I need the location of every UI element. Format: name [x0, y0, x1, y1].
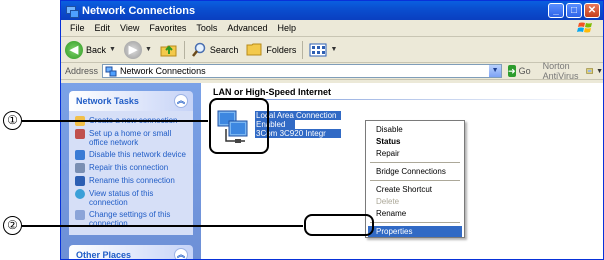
menu-tools[interactable]: Tools — [191, 23, 222, 33]
network-tasks-list: Create a new connection Set up a home or… — [69, 111, 193, 235]
address-bar: Address Network Connections ▼ ➜ Go Norto… — [61, 61, 603, 81]
folders-button[interactable]: Folders — [246, 42, 296, 57]
chevron-down-icon: ▼ — [144, 46, 152, 53]
menu-separator — [370, 222, 460, 223]
chevron-down-icon[interactable]: ▼ — [596, 68, 603, 75]
address-value: Network Connections — [120, 66, 206, 76]
address-input[interactable]: Network Connections ▼ — [102, 64, 503, 78]
task-repair-connection[interactable]: Repair this connection — [75, 163, 189, 173]
up-folder-button[interactable] — [160, 42, 178, 58]
menu-item-repair[interactable]: Repair — [368, 148, 462, 159]
menu-favorites[interactable]: Favorites — [144, 23, 191, 33]
menu-item-status[interactable]: Status — [368, 136, 462, 147]
network-tasks-panel: Network Tasks ︽ Create a new connection … — [69, 91, 193, 235]
callout-1-leader — [22, 120, 208, 122]
menu-separator — [370, 162, 460, 163]
highlight-connection-icon — [209, 98, 269, 154]
callout-1: ① — [3, 111, 22, 130]
task-label: Rename this connection — [89, 176, 175, 185]
section-header: LAN or High-Speed Internet — [213, 87, 332, 97]
chevron-down-icon: ▼ — [109, 46, 116, 53]
menu-edit[interactable]: Edit — [90, 23, 116, 33]
view-status-icon — [75, 189, 85, 199]
context-menu: Disable Status Repair Bridge Connections… — [365, 120, 465, 238]
task-view-status[interactable]: View status of this connection — [75, 189, 189, 207]
other-places-title: Other Places — [76, 250, 132, 260]
task-home-network[interactable]: Set up a home or small office network — [75, 129, 189, 147]
rename-icon — [75, 176, 85, 186]
home-network-icon — [75, 129, 85, 139]
title-bar[interactable]: Network Connections _ □ ✕ — [61, 1, 603, 20]
up-folder-icon — [160, 45, 177, 56]
norton-antivirus-toolbar[interactable]: Norton AntiVirus — [543, 61, 582, 81]
chevron-down-icon[interactable]: ▼ — [489, 65, 502, 77]
views-icon — [309, 43, 327, 56]
network-tasks-header[interactable]: Network Tasks ︽ — [69, 91, 193, 111]
windows-logo-icon — [577, 22, 592, 33]
menu-item-bridge-connections[interactable]: Bridge Connections — [368, 166, 462, 177]
menu-help[interactable]: Help — [272, 23, 301, 33]
search-button[interactable]: Search — [191, 42, 239, 58]
network-connections-icon — [65, 5, 79, 18]
callout-2: ② — [3, 216, 22, 235]
network-tasks-title: Network Tasks — [76, 96, 139, 106]
task-label: Set up a home or small office network — [89, 129, 172, 147]
task-rename-connection[interactable]: Rename this connection — [75, 176, 189, 186]
folders-icon — [246, 43, 262, 56]
network-connections-icon — [105, 66, 117, 76]
norton-icon[interactable] — [585, 65, 594, 77]
toolbar: ◀ Back ▼ ▶ ▼ Search Folders ▼ — [61, 37, 603, 63]
menu-file[interactable]: File — [65, 23, 90, 33]
highlight-properties-item — [304, 214, 374, 236]
menu-item-rename[interactable]: Rename — [368, 208, 462, 219]
disable-device-icon — [75, 150, 85, 160]
repair-icon — [75, 163, 85, 173]
menu-bar: File Edit View Favorites Tools Advanced … — [61, 20, 603, 37]
task-label: Repair this connection — [89, 163, 169, 172]
change-settings-icon — [75, 210, 85, 220]
menu-item-delete: Delete — [376, 197, 400, 206]
task-label: Disable this network device — [89, 150, 186, 159]
minimize-button[interactable]: _ — [548, 3, 564, 18]
back-button[interactable]: ◀ Back ▼ — [65, 40, 116, 59]
other-places-panel: Other Places ︽ — [69, 245, 193, 260]
other-places-header[interactable]: Other Places ︽ — [69, 245, 193, 260]
back-label: Back — [86, 44, 107, 55]
task-disable-device[interactable]: Disable this network device — [75, 150, 189, 160]
section-divider — [213, 99, 593, 100]
address-label: Address — [65, 66, 99, 76]
explorer-window: Network Connections _ □ ✕ File Edit View… — [60, 0, 604, 260]
views-button[interactable]: ▼ — [309, 43, 337, 57]
folders-label: Folders — [266, 44, 297, 55]
menu-separator — [370, 180, 460, 181]
forward-button[interactable]: ▶ ▼ — [123, 40, 152, 59]
forward-arrow-icon: ▶ — [123, 40, 142, 59]
collapse-icon[interactable]: ︽ — [174, 248, 188, 259]
go-arrow-icon[interactable]: ➜ — [508, 65, 516, 77]
task-label: View status of this connection — [89, 189, 154, 207]
maximize-button[interactable]: □ — [566, 3, 582, 18]
task-pane: Network Tasks ︽ Create a new connection … — [61, 83, 201, 260]
menu-item-properties[interactable]: Properties — [368, 226, 462, 237]
menu-advanced[interactable]: Advanced — [222, 23, 272, 33]
chevron-down-icon: ▼ — [330, 46, 338, 53]
menu-item-disable[interactable]: Disable — [368, 124, 462, 135]
menu-view[interactable]: View — [115, 23, 144, 33]
menu-item-create-shortcut[interactable]: Create Shortcut — [368, 184, 462, 195]
search-icon — [191, 42, 206, 57]
collapse-icon[interactable]: ︽ — [174, 94, 188, 108]
close-button[interactable]: ✕ — [584, 3, 600, 18]
window-title: Network Connections — [82, 4, 196, 17]
back-arrow-icon: ◀ — [65, 40, 83, 59]
go-button[interactable]: Go — [519, 66, 531, 76]
search-label: Search — [209, 44, 239, 55]
callout-2-leader — [22, 225, 303, 227]
